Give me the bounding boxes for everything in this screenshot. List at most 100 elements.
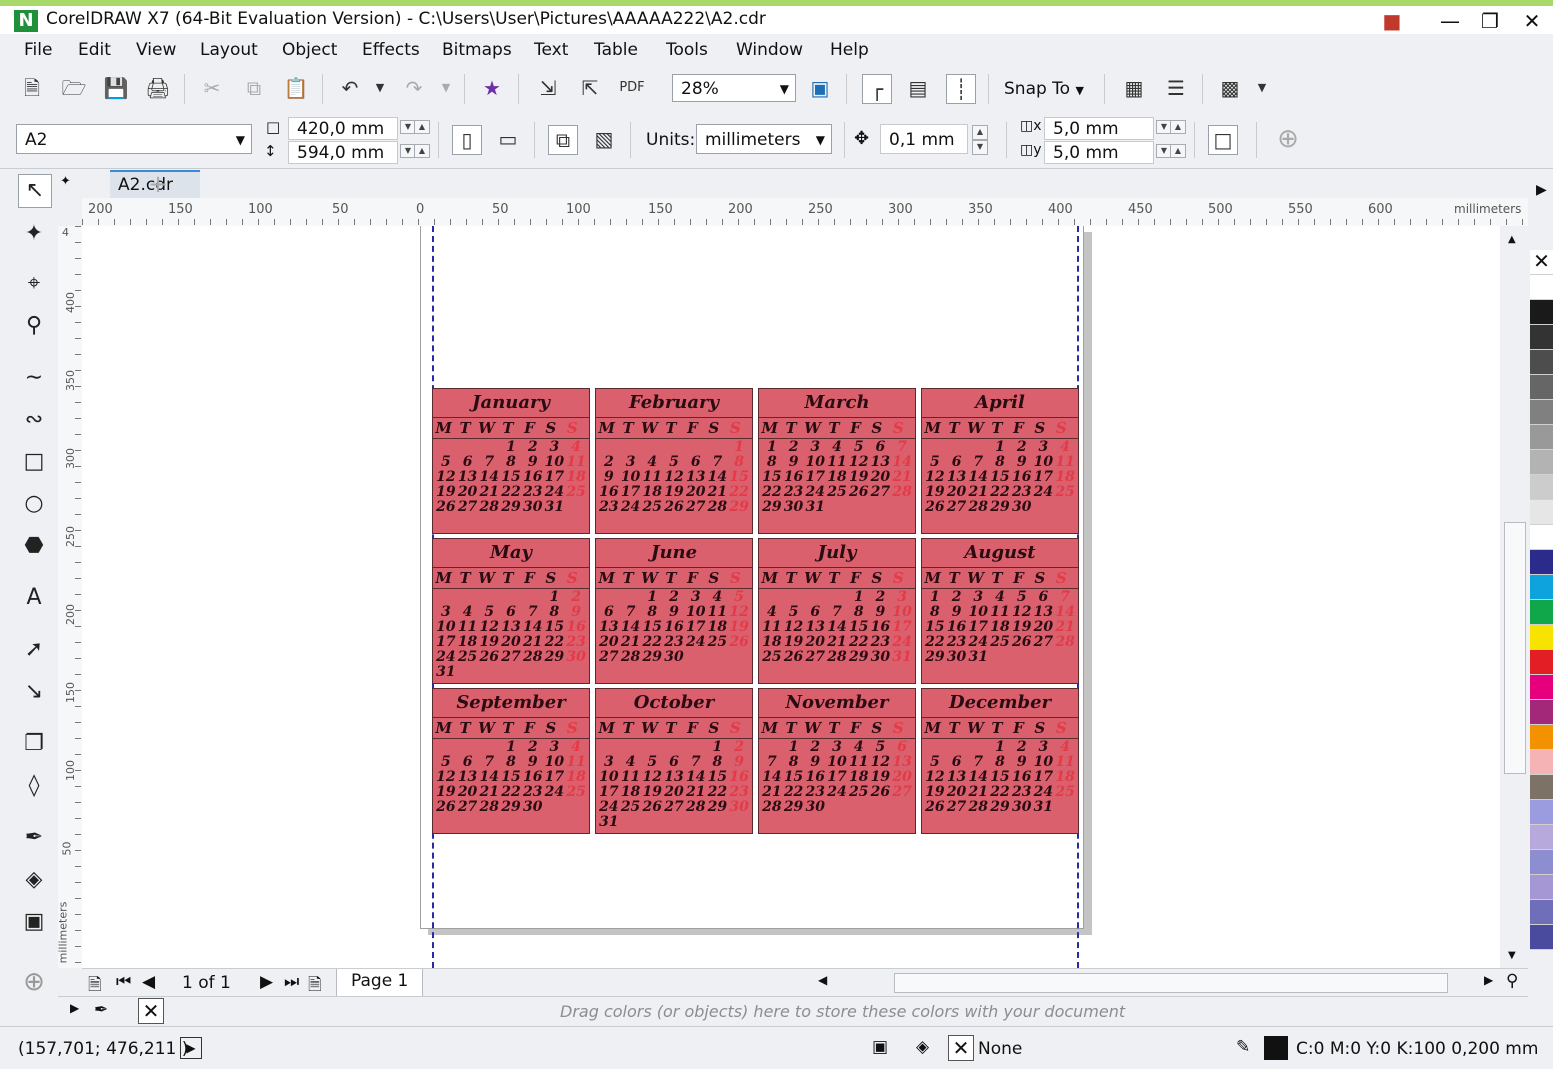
palette-swatch[interactable] [1530, 375, 1553, 400]
application-launcher-icon[interactable]: ▩ [1216, 74, 1244, 102]
menu-help[interactable]: Help [830, 40, 869, 60]
artistic-media-icon[interactable]: ∾ [18, 404, 50, 436]
height-spin-up[interactable]: ▲ [414, 144, 430, 158]
close-button[interactable]: ✕ [1514, 8, 1550, 34]
options-icon[interactable]: ☰ [1162, 74, 1190, 102]
freehand-tool-icon[interactable]: ∼ [18, 362, 50, 394]
crop-tool-icon[interactable]: ⌖ [18, 268, 50, 300]
palette-swatch[interactable] [1530, 325, 1553, 350]
welcome-screen-icon[interactable]: ▦ [1120, 74, 1148, 102]
color-proofing-icon[interactable]: ▣ [872, 1037, 888, 1057]
palette-swatch[interactable] [1530, 475, 1553, 500]
month-march[interactable]: March M T W T F S S 1 2 3 4 5 6 7 8 9 10 11 12 13 14 15 16 17 18 1… [758, 388, 916, 534]
palette-swatch[interactable] [1530, 525, 1553, 550]
search-content-icon[interactable]: ★ [478, 74, 506, 102]
shape-tool-icon[interactable]: ✦ [18, 218, 50, 250]
undo-dropdown-icon[interactable]: ▼ [366, 74, 394, 102]
palette-swatch[interactable] [1530, 600, 1553, 625]
month-august[interactable]: August M T W T F S S 1 2 3 4 5 6 7 8 9 10 11 12 13 14 15 16 17 18… [921, 538, 1079, 684]
previous-page-icon[interactable]: ◀ [142, 972, 155, 992]
vertical-ruler[interactable]: 4 400 350 300 250 200 150 100 50 millime… [58, 226, 83, 968]
menu-effects[interactable]: Effects [362, 40, 420, 60]
outline-color-swatch[interactable] [1264, 1036, 1288, 1060]
month-april[interactable]: April M T W T F S S 1 2 3 4 5 6 7 8 9 10 11 12 13 14 15 16 17 18 1… [921, 388, 1079, 534]
horizontal-ruler[interactable]: 200 150 100 50 0 50 100 150 200 250 300 … [82, 198, 1528, 227]
pick-tool-icon[interactable]: ↖ [18, 174, 52, 208]
month-july[interactable]: July M T W T F S S 1 2 3 4 5 6 7 8 9 10 11 12 13 14 15 16 17 18 19… [758, 538, 916, 684]
rectangle-tool-icon[interactable]: □ [18, 446, 50, 478]
text-tool-icon[interactable]: A [18, 582, 50, 614]
palette-swatch[interactable] [1530, 775, 1553, 800]
save-icon[interactable]: 💾 [102, 74, 130, 102]
no-color-swatch[interactable]: ✕ [1530, 250, 1553, 275]
menu-tools[interactable]: Tools [666, 40, 708, 60]
zoom-tool-icon[interactable]: ⚲ [18, 310, 50, 342]
print-icon[interactable]: 🖨 [144, 74, 172, 102]
zoom-navigator-icon[interactable]: ⚲ [1506, 971, 1518, 991]
page-size-select[interactable]: A2 ▼ [16, 124, 252, 154]
scroll-right-icon[interactable]: ▶ [1484, 973, 1493, 987]
width-spin-up[interactable]: ▲ [414, 120, 430, 134]
full-screen-preview-icon[interactable]: ▣ [806, 74, 834, 102]
palette-swatch[interactable] [1530, 275, 1553, 300]
eyedropper-icon[interactable]: ✒ [94, 1000, 108, 1020]
palette-swatch[interactable] [1530, 750, 1553, 775]
color-palette[interactable]: ✕ [1530, 250, 1553, 970]
menu-bitmaps[interactable]: Bitmaps [442, 40, 512, 60]
user-account-icon[interactable]: ■ [1374, 8, 1410, 34]
interactive-fill-icon[interactable]: ◈ [18, 864, 50, 896]
palette-swatch[interactable] [1530, 575, 1553, 600]
month-february[interactable]: February M T W T F S S 1 2 3 4 5 6 7 8 9 10 11 12 13 14 15 16 17… [595, 388, 753, 534]
landscape-orientation-icon[interactable]: ▭ [494, 125, 522, 153]
menu-edit[interactable]: Edit [78, 40, 111, 60]
nudge-spin-down[interactable]: ▼ [972, 140, 988, 155]
palette-swatch[interactable] [1530, 900, 1553, 925]
menu-layout[interactable]: Layout [200, 40, 258, 60]
units-select[interactable]: millimeters ▼ [696, 124, 832, 154]
scroll-down-icon[interactable]: ▼ [1508, 950, 1516, 961]
ruler-origin-icon[interactable]: ✦ [60, 174, 71, 189]
nudge-distance-field[interactable]: 0,1 mm [880, 124, 968, 154]
menu-file[interactable]: File [24, 40, 52, 60]
redo-dropdown-icon[interactable]: ▼ [432, 74, 460, 102]
scroll-left-icon[interactable]: ◀ [818, 973, 827, 987]
month-december[interactable]: December M T W T F S S 1 2 3 4 5 6 7 8 9 10 11 12 13 14 15 16 17… [921, 688, 1079, 834]
duplicate-y-field[interactable]: 5,0 mm [1044, 141, 1154, 164]
all-pages-icon[interactable]: ⧉ [548, 125, 578, 155]
palette-swatch[interactable] [1530, 800, 1553, 825]
palette-swatch[interactable] [1530, 925, 1553, 950]
show-grid-icon[interactable]: ▤ [904, 74, 932, 102]
treat-as-filled-icon[interactable]: □ [1208, 125, 1238, 155]
nudge-spin-up[interactable]: ▲ [972, 125, 988, 140]
add-tool-icon[interactable]: ⊕ [18, 966, 50, 998]
palette-swatch[interactable] [1530, 350, 1553, 375]
scroll-up-icon[interactable]: ▲ [1508, 234, 1516, 245]
cut-icon[interactable]: ✂ [198, 74, 226, 102]
connector-tool-icon[interactable]: ↘ [18, 676, 50, 708]
polygon-tool-icon[interactable]: ⬣ [18, 530, 50, 562]
show-rulers-icon[interactable]: ┌ [862, 74, 892, 104]
palette-swatch[interactable] [1530, 650, 1553, 675]
palette-swatch[interactable] [1530, 300, 1553, 325]
month-january[interactable]: January M T W T F S S 1 2 3 4 5 6 7 8 9 10 11 12 13 14 15 16 17 1… [432, 388, 590, 534]
palette-menu-icon[interactable]: ▶ [70, 1001, 79, 1015]
menu-table[interactable]: Table [594, 40, 638, 60]
menu-window[interactable]: Window [736, 40, 803, 60]
drawing-canvas[interactable]: January M T W T F S S 1 2 3 4 5 6 7 8 9 10 11 12 13 14 15 16 17 1… [82, 226, 1500, 968]
paste-icon[interactable]: 📋 [282, 74, 310, 102]
month-september[interactable]: September M T W T F S S 1 2 3 4 5 6 7 8 9 10 11 12 13 14 15 16 1… [432, 688, 590, 834]
month-october[interactable]: October M T W T F S S 1 2 3 4 5 6 7 8 9 10 11 12 13 14 15 16 17 1… [595, 688, 753, 834]
play-icon[interactable]: ▶ [180, 1037, 202, 1059]
portrait-orientation-icon[interactable]: ▯ [452, 125, 482, 155]
drop-shadow-tool-icon[interactable]: ❐ [18, 728, 50, 760]
import-icon[interactable]: ⇲ [534, 74, 562, 102]
publish-pdf-icon[interactable]: PDF [618, 74, 646, 102]
next-page-icon[interactable]: ▶ [260, 972, 273, 992]
palette-swatch[interactable] [1530, 550, 1553, 575]
menu-text[interactable]: Text [534, 40, 568, 60]
month-november[interactable]: November M T W T F S S 1 2 3 4 5 6 7 8 9 10 11 12 13 14 15 16 17… [758, 688, 916, 834]
show-guidelines-icon[interactable]: ┊ [946, 74, 976, 104]
palette-swatch[interactable] [1530, 400, 1553, 425]
month-june[interactable]: June M T W T F S S 1 2 3 4 5 6 7 8 9 10 11 12 13 14 15 16 17 18 19… [595, 538, 753, 684]
no-fill-swatch[interactable]: ✕ [948, 1035, 974, 1061]
